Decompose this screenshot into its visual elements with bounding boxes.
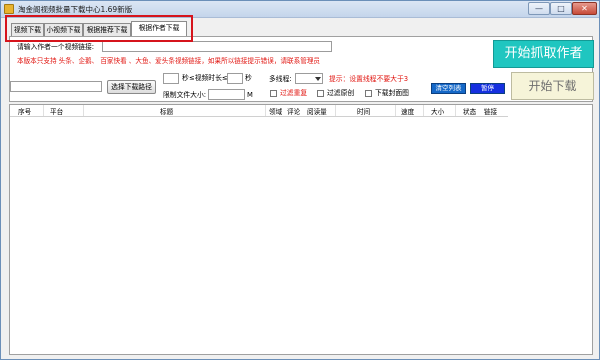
support-notice: 本版本只支持 头条、企鹅、 百家快看 、大鱼、爱头条视频链接，如果所以链接提示错… xyxy=(17,57,321,65)
start-download-button[interactable]: 开始下载 xyxy=(511,72,594,100)
col-field[interactable]: 领域 xyxy=(269,106,282,116)
download-cover-label: 下载封面图 xyxy=(375,89,409,97)
col-time[interactable]: 时间 xyxy=(357,106,370,116)
start-grab-author-button[interactable]: 开始抓取作者 xyxy=(493,40,594,68)
col-views[interactable]: 阅读量 xyxy=(307,106,327,116)
window-title: 淘金阁视频批量下载中心1.69新版 xyxy=(18,5,133,14)
app-window: 淘金阁视频批量下载中心1.69新版 — □ ✕ 视频下载 小视频下载 根据推荐下… xyxy=(0,0,600,360)
size-unit: M xyxy=(247,91,253,99)
download-list[interactable]: 序号 平台 标题 领域 评论 阅读量 时间 速度 大小 状态 链接 xyxy=(9,104,593,355)
tab-highlight-box xyxy=(5,15,193,42)
download-path-input[interactable] xyxy=(10,81,102,92)
size-limit-input[interactable] xyxy=(208,89,245,100)
threads-hint: 提示：设置线程不要大于3 xyxy=(329,75,409,83)
size-limit-label: 限制文件大小: xyxy=(163,91,207,99)
threads-select[interactable] xyxy=(295,73,323,84)
app-icon xyxy=(4,4,14,14)
close-button[interactable]: ✕ xyxy=(572,2,597,15)
col-status[interactable]: 状态 xyxy=(463,106,476,116)
duration-range-label: ≤视频时长≤ xyxy=(189,74,228,82)
choose-path-button[interactable]: 选择下载路径 xyxy=(107,80,156,94)
list-header: 序号 平台 标题 领域 评论 阅读量 时间 速度 大小 状态 链接 xyxy=(10,105,508,117)
duration-min-input[interactable] xyxy=(163,73,179,84)
download-cover-checkbox[interactable] xyxy=(365,90,372,97)
filter-duplicate-checkbox[interactable] xyxy=(270,90,277,97)
filter-duplicate-label: 过滤重复 xyxy=(280,89,308,97)
col-comments[interactable]: 评论 xyxy=(287,106,300,116)
filter-original-checkbox[interactable] xyxy=(317,90,324,97)
col-link[interactable]: 链接 xyxy=(484,106,497,116)
maximize-button[interactable]: □ xyxy=(550,2,572,15)
clear-list-button[interactable]: 清空列表 xyxy=(431,83,466,94)
col-size[interactable]: 大小 xyxy=(431,106,444,116)
pause-button[interactable]: 暂停 xyxy=(470,83,505,94)
col-title[interactable]: 标题 xyxy=(160,106,173,116)
minimize-button[interactable]: — xyxy=(528,2,550,15)
duration-max-input[interactable] xyxy=(227,73,243,84)
col-speed[interactable]: 速度 xyxy=(401,106,414,116)
threads-label: 多线程: xyxy=(269,75,292,83)
author-link-label: 请输入作者一个视频链接: xyxy=(17,43,95,51)
filter-original-label: 过滤原创 xyxy=(327,89,355,97)
author-link-input[interactable] xyxy=(102,41,332,52)
duration-unit-2: 秒 xyxy=(245,74,252,82)
chevron-down-icon xyxy=(315,77,321,81)
col-platform[interactable]: 平台 xyxy=(50,106,63,116)
col-index[interactable]: 序号 xyxy=(18,106,31,116)
duration-unit-1: 秒 xyxy=(182,74,189,82)
